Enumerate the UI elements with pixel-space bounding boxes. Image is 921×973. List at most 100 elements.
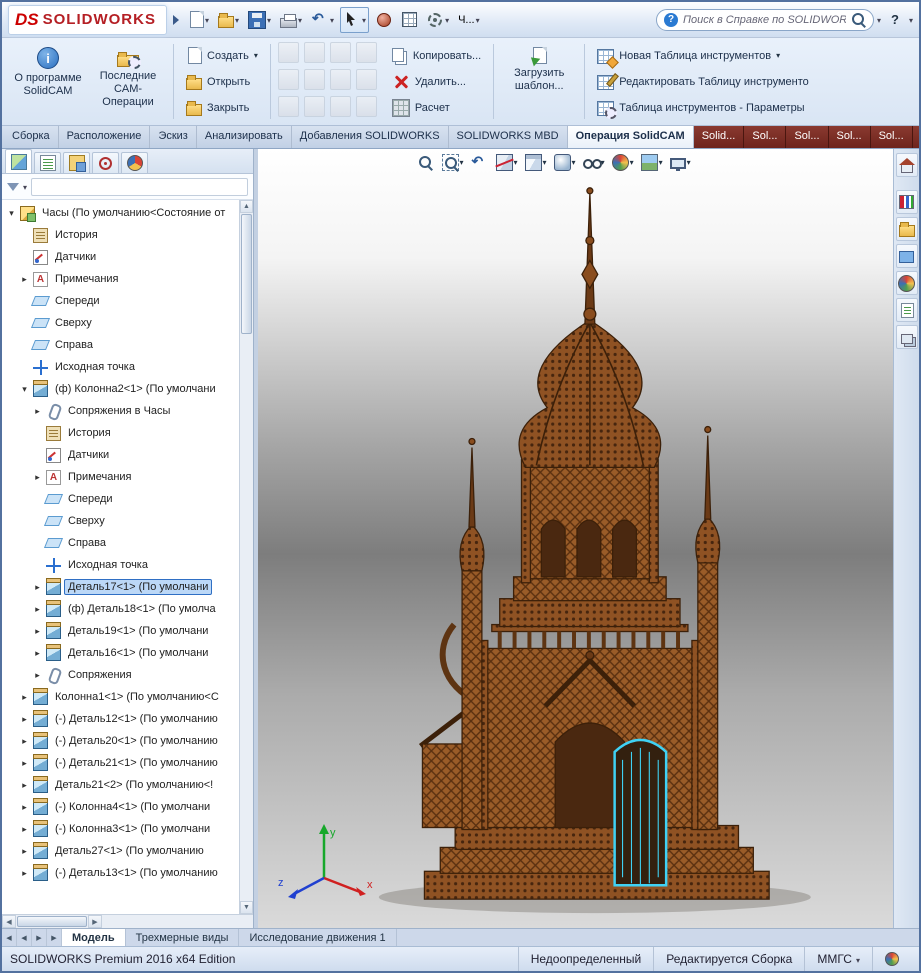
dimxpert-tab[interactable] [92, 152, 119, 173]
recent-cam-operations-button[interactable]: Последние CAM-Операции [90, 42, 166, 115]
expand-arrow-icon[interactable]: ▾ [6, 208, 17, 219]
expand-arrow-icon[interactable]: ▾ [19, 384, 30, 395]
expand-arrow-icon[interactable]: ▸ [19, 736, 30, 747]
tab-scroll-first-icon[interactable]: ◀ [2, 929, 17, 946]
section-view-button[interactable]: ▾ [495, 154, 518, 171]
ribbon-tool-table-button[interactable]: Новая Таблица инструментов ▾ [592, 43, 884, 69]
ribbon-edit-button[interactable]: Удалить... [387, 69, 486, 95]
ribbon-tab[interactable]: Sol... [828, 126, 871, 148]
edit-appearance-button[interactable]: ▾ [611, 154, 634, 171]
expand-arrow-icon[interactable]: ▸ [32, 582, 43, 593]
apply-scene-button[interactable]: ▾ [640, 154, 663, 171]
tree-item[interactable]: ▸ (ф) Деталь18<1> (По умолча [2, 598, 239, 620]
tree-item[interactable]: ▸ Колонна1<1> (По умолчанию<С [2, 686, 239, 708]
save-button[interactable] [245, 7, 274, 33]
help-dropdown-icon[interactable] [909, 14, 913, 26]
ribbon-file-button[interactable]: Открыть [181, 69, 263, 95]
expand-arrow-icon[interactable]: ▸ [32, 406, 43, 417]
ribbon-file-button[interactable]: Создать ▾ [181, 43, 263, 69]
tree-item[interactable]: ▸ (-) Колонна3<1> (По умолчани [2, 818, 239, 840]
load-template-button[interactable]: Загрузить шаблон... [501, 42, 577, 98]
tree-item[interactable]: ▸ (-) Деталь21<1> (По умолчанию [2, 752, 239, 774]
search-scope-icon[interactable] [664, 12, 679, 27]
tree-item[interactable]: ▸ (-) Деталь20<1> (По умолчанию [2, 730, 239, 752]
zoom-area-button[interactable]: ▾ [441, 154, 464, 171]
expand-arrow-icon[interactable]: ▸ [19, 274, 30, 285]
custom-properties-button[interactable] [895, 298, 918, 322]
toolbar-expand-icon[interactable] [172, 14, 179, 25]
solidcam-button[interactable] [372, 7, 396, 33]
scrollbar-thumb[interactable] [17, 916, 87, 927]
scroll-down-icon[interactable]: ▼ [240, 901, 253, 914]
expand-arrow-icon[interactable]: ▸ [19, 846, 30, 857]
tab-scroll-prev-icon[interactable]: ◀ [17, 929, 32, 946]
tree-vertical-scrollbar[interactable]: ▲ ▼ [239, 200, 253, 914]
expand-arrow-icon[interactable]: ▸ [19, 780, 30, 791]
save-dropdown-icon[interactable] [267, 14, 271, 26]
previous-view-button[interactable] [471, 153, 489, 171]
ribbon-tab[interactable]: SOLIDWORKS MBD [449, 126, 568, 148]
tree-item[interactable]: История [2, 422, 239, 444]
expand-arrow-icon[interactable]: ▸ [19, 868, 30, 879]
tree-item[interactable]: ▸ (-) Деталь13<1> (По умолчанию [2, 862, 239, 884]
tree-item[interactable]: ▸ Сопряжения в Часы [2, 400, 239, 422]
new-document-button[interactable] [185, 7, 212, 33]
tree-item[interactable]: ▾ (ф) Колонна2<1> (По умолчани [2, 378, 239, 400]
tab-scroll-next-icon[interactable]: ▶ [32, 929, 47, 946]
extra-dropdown-icon[interactable] [476, 14, 480, 26]
tree-item[interactable]: ▸ Примечания [2, 466, 239, 488]
search-dropdown-icon[interactable] [877, 14, 881, 26]
filter-input[interactable] [31, 177, 248, 196]
ribbon-edit-button[interactable]: Расчет [387, 95, 486, 121]
ribbon-tab[interactable]: Sol... [912, 126, 919, 148]
options-button[interactable] [423, 7, 452, 33]
tree-item[interactable]: История [2, 224, 239, 246]
ribbon-tool-table-button[interactable]: Таблица инструментов - Параметры [592, 95, 884, 121]
extra-command-button[interactable]: Ч... [455, 7, 483, 33]
tree-item[interactable]: ▸ Деталь19<1> (По умолчани [2, 620, 239, 642]
dropdown-arrow-icon[interactable]: ▾ [514, 158, 518, 167]
propertymanager-tab[interactable] [34, 152, 61, 173]
undo-button[interactable] [308, 7, 337, 33]
expand-arrow-icon[interactable]: ▸ [32, 626, 43, 637]
tab-scroll-last-icon[interactable]: ▶ [47, 929, 62, 946]
appearances-button[interactable] [895, 271, 918, 295]
tree-item[interactable]: Спереди [2, 290, 239, 312]
zoom-fit-button[interactable] [417, 154, 435, 171]
tree-item[interactable]: ▾ Часы (По умолчанию<Состояние от [2, 202, 239, 224]
scroll-right-icon[interactable]: ▶ [88, 915, 102, 928]
help-button[interactable]: ? [884, 7, 906, 33]
tree-item[interactable]: ▸ Сопряжения [2, 664, 239, 686]
configurationmanager-tab[interactable] [63, 152, 90, 173]
expand-arrow-icon[interactable]: ▸ [32, 472, 43, 483]
ribbon-tab[interactable]: Sol... [744, 126, 787, 148]
ribbon-tab[interactable]: Добавления SOLIDWORKS [292, 126, 449, 148]
ribbon-tab[interactable]: Sol... [786, 126, 829, 148]
tree-item[interactable]: ▸ Деталь17<1> (По умолчани [2, 576, 239, 598]
tree-item[interactable]: ▸ Деталь16<1> (По умолчани [2, 642, 239, 664]
scrollbar-thumb[interactable] [241, 214, 252, 334]
expand-arrow-icon[interactable]: ▸ [32, 648, 43, 659]
tree-item[interactable]: Справа [2, 532, 239, 554]
ribbon-file-button[interactable]: Закрыть [181, 95, 263, 121]
tree-item[interactable]: Исходная точка [2, 356, 239, 378]
resources-button[interactable] [895, 153, 918, 177]
dropdown-arrow-icon[interactable]: ▾ [776, 51, 780, 60]
table-view-button[interactable] [399, 7, 420, 33]
expand-arrow-icon[interactable]: ▸ [19, 714, 30, 725]
dropdown-arrow-icon[interactable]: ▾ [460, 158, 464, 167]
open-button[interactable] [215, 7, 242, 33]
print-dropdown-icon[interactable] [298, 14, 302, 26]
file-explorer-button[interactable] [895, 217, 918, 241]
ribbon-tab[interactable]: Операция SolidCAM [567, 126, 694, 148]
expand-arrow-icon[interactable]: ▸ [32, 604, 43, 615]
dropdown-arrow-icon[interactable]: ▾ [543, 158, 547, 167]
expand-arrow-icon[interactable]: ▸ [32, 670, 43, 681]
ribbon-tab[interactable]: Sol... [870, 126, 913, 148]
tree-item[interactable]: ▸ Деталь21<2> (По умолчанию<! [2, 774, 239, 796]
display-style-button[interactable]: ▾ [553, 154, 576, 171]
about-solidcam-button[interactable]: О программе SolidCAM [10, 42, 86, 115]
expand-arrow-icon[interactable]: ▸ [19, 692, 30, 703]
ribbon-tool-table-button[interactable]: Редактировать Таблицу инструменто [592, 69, 884, 95]
view-palette-button[interactable] [895, 244, 918, 268]
